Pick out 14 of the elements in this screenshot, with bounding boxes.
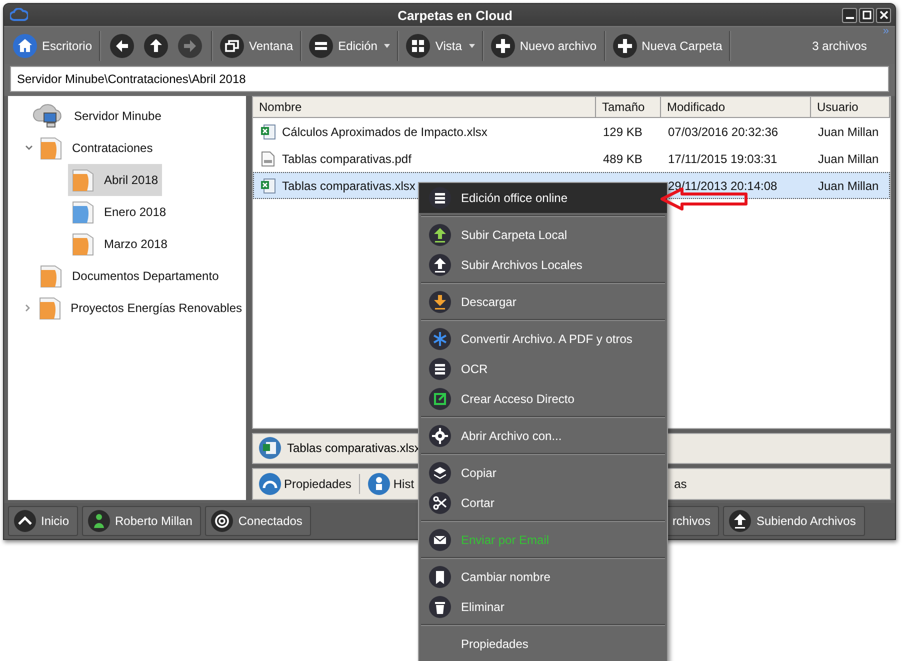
window-title: Carpetas en Cloud (398, 8, 512, 22)
table-cell: 07/03/2016 20:32:36 (668, 124, 778, 138)
table-cell: Tablas comparativas.pdf (282, 152, 412, 166)
file-count: 3 archivos (812, 38, 867, 52)
table-cell: Juan Millan (818, 152, 879, 166)
table-cell: 129 KB (603, 124, 642, 138)
table-cell: Juan Millan (818, 124, 879, 138)
table-cell: Cálculos Aproximados de Impacto.xlsx (282, 124, 488, 138)
table-cell: 489 KB (603, 152, 642, 166)
table-cell: 17/11/2015 19:03:31 (668, 152, 778, 166)
table-cell: 29/11/2013 20:14:08 (668, 178, 778, 192)
selected-file-name: Tablas comparativas.xlsx (287, 441, 420, 456)
table-cell: Juan Millan (818, 178, 879, 192)
table-cell: Tablas comparativas.xlsx (282, 178, 416, 192)
